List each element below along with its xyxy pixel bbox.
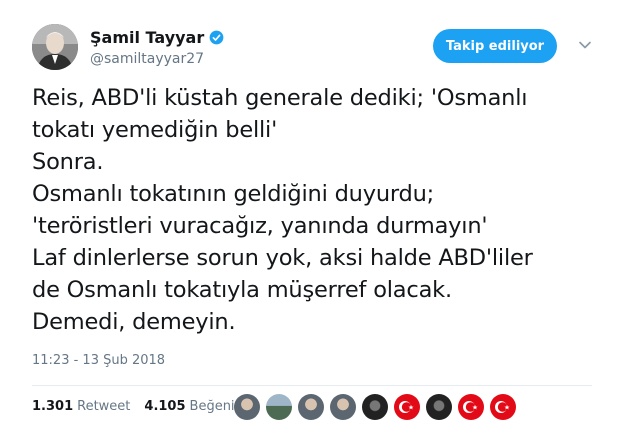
user-handle[interactable]: @samiltayyar27 bbox=[90, 51, 204, 67]
tweet-text: Reis, ABD'li küstah generale dediki; 'Os… bbox=[32, 85, 533, 335]
liker-avatars bbox=[234, 394, 516, 420]
verified-badge-icon bbox=[209, 30, 224, 45]
following-button[interactable]: Takip ediliyor bbox=[433, 29, 557, 63]
liker-avatar[interactable] bbox=[266, 394, 292, 420]
like-count: 4.105 bbox=[144, 399, 186, 414]
tweet-stats: 1.301 Retweet 4.105 Beğeni bbox=[32, 399, 243, 414]
liker-avatar[interactable] bbox=[330, 394, 356, 420]
liker-avatar[interactable] bbox=[234, 394, 260, 420]
user-name-row[interactable]: Şamil Tayyar bbox=[90, 28, 224, 47]
liker-avatar[interactable] bbox=[394, 394, 420, 420]
liker-avatar[interactable] bbox=[426, 394, 452, 420]
retweet-stat[interactable]: 1.301 Retweet bbox=[32, 399, 130, 414]
retweet-label: Retweet bbox=[77, 399, 131, 414]
liker-avatar[interactable] bbox=[458, 394, 484, 420]
like-stat[interactable]: 4.105 Beğeni bbox=[144, 399, 234, 414]
retweet-count: 1.301 bbox=[32, 399, 74, 414]
user-name[interactable]: Şamil Tayyar bbox=[90, 28, 204, 47]
divider bbox=[32, 385, 592, 386]
tweet-timestamp[interactable]: 11:23 - 13 Şub 2018 bbox=[32, 353, 165, 368]
liker-avatar[interactable] bbox=[298, 394, 324, 420]
liker-avatar[interactable] bbox=[490, 394, 516, 420]
user-avatar[interactable] bbox=[32, 24, 78, 70]
like-label: Beğeni bbox=[189, 399, 235, 414]
chevron-down-icon[interactable] bbox=[578, 38, 592, 52]
liker-avatar[interactable] bbox=[362, 394, 388, 420]
